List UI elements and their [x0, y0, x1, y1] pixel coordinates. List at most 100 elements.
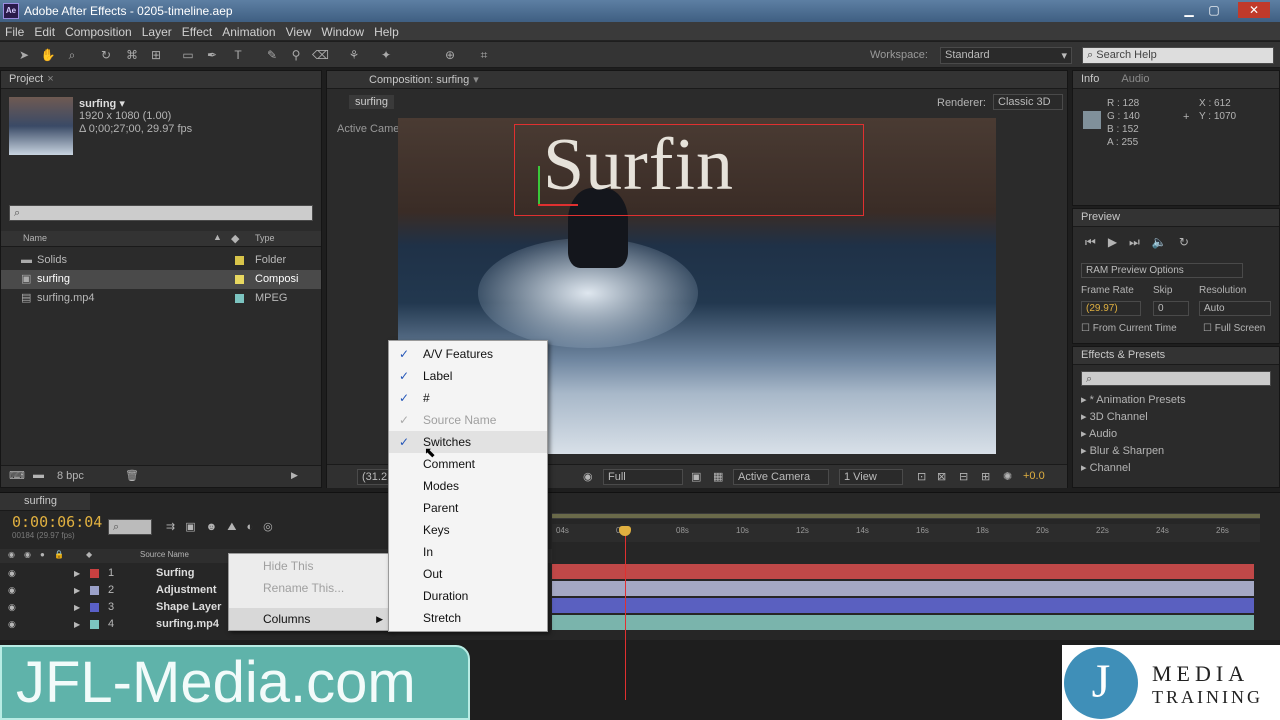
menu-edit[interactable]: Edit — [29, 22, 60, 42]
speaker-icon[interactable]: 🔈 — [1152, 235, 1179, 249]
pan-behind-tool-icon[interactable]: ⊞ — [148, 47, 164, 63]
skip-value[interactable]: 0 — [1153, 301, 1189, 316]
view-layout-select[interactable]: 1 View — [839, 469, 903, 485]
comp-mini-flowchart-icon[interactable]: ⇉ — [166, 521, 185, 533]
hand-tool-icon[interactable]: ✋ — [40, 47, 56, 63]
current-timecode[interactable]: 0:00:06:04 — [12, 513, 102, 531]
project-item[interactable]: ▬ Solids Folder — [1, 251, 321, 270]
columns-menu-item[interactable]: Modes — [389, 475, 547, 497]
col-type[interactable]: Type — [255, 233, 275, 243]
timeline-search-input[interactable]: ⌕ — [108, 519, 152, 535]
puppet-tool-icon[interactable]: ✦ — [378, 47, 394, 63]
snap-icon[interactable]: ⌗ — [476, 47, 492, 63]
exposure-value[interactable]: +0.0 — [1023, 470, 1045, 482]
menu-window[interactable]: Window — [316, 22, 369, 42]
layer-label-swatch[interactable] — [90, 569, 99, 578]
layer-label-swatch[interactable] — [90, 620, 99, 629]
menu-help[interactable]: Help — [369, 22, 404, 42]
layer-bounding-box[interactable] — [514, 124, 864, 216]
selection-tool-icon[interactable]: ➤ — [16, 47, 32, 63]
eraser-tool-icon[interactable]: ⌫ — [312, 47, 329, 63]
tab-composition[interactable]: Composition: surfing ▾ — [327, 71, 1067, 89]
col-name[interactable]: Name — [23, 233, 47, 243]
pen-tool-icon[interactable]: ✒ — [204, 47, 220, 63]
timeline-icon[interactable]: ⊟ — [959, 470, 968, 483]
columns-menu-item[interactable]: ✓ # — [389, 387, 547, 409]
toggle-pixel-aspect-icon[interactable]: ⊡ — [917, 470, 926, 483]
camera-select[interactable]: Active Camera — [733, 469, 829, 485]
region-of-interest-icon[interactable]: ▣ — [691, 470, 701, 483]
tab-preview[interactable]: Preview — [1073, 209, 1279, 227]
exposure-icon[interactable]: ✺ — [1003, 470, 1012, 483]
twirl-icon[interactable]: ▶ — [74, 565, 80, 582]
play-icon[interactable]: ▶ — [1108, 235, 1129, 249]
bpc-label[interactable]: 8 bpc — [57, 470, 84, 482]
columns-menu-item[interactable]: Out — [389, 563, 547, 585]
layer-label-swatch[interactable] — [90, 586, 99, 595]
time-ruler[interactable]: 04s06s08s10s12s14s16s18s20s22s24s26s — [552, 524, 1260, 542]
tab-project[interactable]: Project × — [1, 71, 321, 89]
label-color-swatch[interactable] — [235, 256, 244, 265]
graph-editor-icon[interactable]: ◎ — [263, 521, 283, 533]
tab-timeline-surfing[interactable]: surfing — [0, 493, 90, 511]
menu-file[interactable]: File — [0, 22, 29, 42]
label-color-swatch[interactable] — [235, 275, 244, 284]
frame-blending-icon[interactable]: ⛰ — [227, 521, 246, 533]
menu-effect[interactable]: Effect — [177, 22, 217, 42]
layer-name[interactable]: Adjustment — [156, 582, 217, 599]
project-item[interactable]: ▤ surfing.mp4 MPEG — [1, 289, 321, 308]
columns-menu-item[interactable]: Parent — [389, 497, 547, 519]
from-current-time-checkbox[interactable]: ☐ From Current Time — [1081, 323, 1177, 334]
layer-duration-bar[interactable] — [552, 615, 1254, 630]
columns-menu-item[interactable]: ✓ A/V Features — [389, 343, 547, 365]
context-menu-item[interactable]: Columns ▶ — [229, 608, 389, 630]
col-source-name[interactable]: Source Name — [140, 550, 189, 559]
minimize-icon[interactable]: ▁ — [1178, 2, 1200, 18]
current-time-indicator[interactable] — [625, 530, 626, 700]
clone-stamp-tool-icon[interactable]: ⚲ — [288, 47, 304, 63]
interpret-footage-icon[interactable]: ⌨ — [9, 469, 25, 482]
menu-layer[interactable]: Layer — [137, 22, 177, 42]
tab-effects-presets[interactable]: Effects & Presets — [1073, 347, 1279, 365]
twirl-icon[interactable]: ▶ — [74, 616, 80, 633]
columns-menu-item[interactable]: ✓ Label — [389, 365, 547, 387]
draft-3d-icon[interactable]: ▣ — [185, 521, 205, 533]
flowchart-icon[interactable]: ⊞ — [981, 470, 990, 483]
layer-name[interactable]: Shape Layer — [156, 599, 221, 616]
columns-menu-item[interactable]: In — [389, 541, 547, 563]
project-item[interactable]: ▣ surfing Composi — [1, 270, 321, 289]
next-frame-icon[interactable]: ⏭ — [1129, 235, 1152, 249]
project-search-input[interactable]: ⌕ — [9, 205, 313, 221]
columns-menu-item[interactable]: Comment — [389, 453, 547, 475]
close-tab-icon[interactable]: × — [47, 73, 53, 85]
frame-rate-value[interactable]: (29.97) — [1081, 301, 1141, 316]
twirl-icon[interactable]: ▶ — [74, 599, 80, 616]
eye-icon[interactable]: ◉ — [8, 582, 16, 599]
ram-preview-options[interactable]: RAM Preview Options — [1081, 263, 1243, 278]
eye-icon[interactable]: ◉ — [8, 565, 16, 582]
shy-icon[interactable]: ☻ — [206, 521, 228, 533]
columns-menu-item[interactable]: Keys — [389, 519, 547, 541]
x-axis-gizmo[interactable] — [538, 204, 578, 206]
eye-icon[interactable]: ◉ — [8, 599, 16, 616]
label-color-swatch[interactable] — [235, 294, 244, 303]
eye-icon[interactable]: ◉ — [8, 616, 16, 633]
columns-menu-item[interactable]: Duration — [389, 585, 547, 607]
trash-icon[interactable]: 🗑 — [125, 469, 139, 482]
twirl-icon[interactable]: ▶ — [74, 582, 80, 599]
scroll-right-icon[interactable]: ▶ — [291, 470, 298, 481]
menu-view[interactable]: View — [281, 22, 317, 42]
columns-menu-item[interactable]: Stretch — [389, 607, 547, 629]
layer-name[interactable]: Surfing — [156, 565, 195, 582]
close-icon[interactable]: ✕ — [1238, 2, 1270, 18]
layer-name[interactable]: surfing.mp4 — [156, 616, 219, 633]
layer-duration-bar[interactable] — [552, 598, 1254, 613]
menu-animation[interactable]: Animation — [217, 22, 280, 42]
resolution-value[interactable]: Auto — [1199, 301, 1271, 316]
motion-blur-icon[interactable]: ◐ — [246, 521, 263, 533]
work-area-bar[interactable] — [552, 513, 1260, 519]
effects-category[interactable]: ▸ Audio — [1081, 427, 1117, 440]
layer-label-swatch[interactable] — [90, 603, 99, 612]
effects-category[interactable]: ▸ Blur & Sharpen — [1081, 444, 1164, 457]
effects-category[interactable]: ▸ * Animation Presets — [1081, 393, 1186, 406]
